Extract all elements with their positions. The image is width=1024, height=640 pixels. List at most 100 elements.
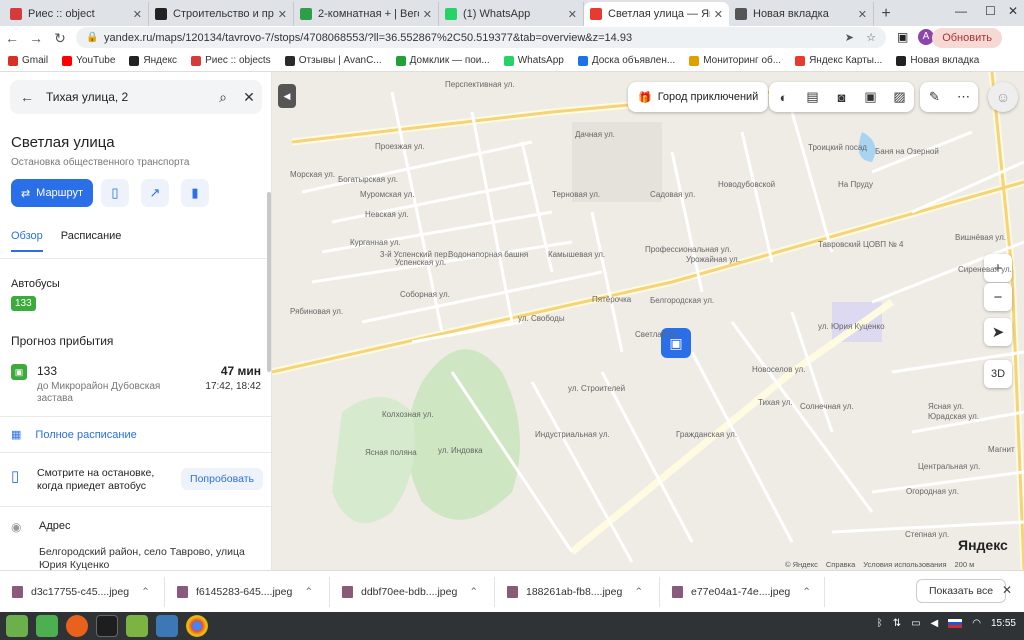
yandex-logo: Яндекс [958, 537, 1008, 553]
clock[interactable]: 15:55 [991, 618, 1016, 629]
bookmark-item[interactable]: Яндекс [129, 55, 177, 66]
help-link[interactable]: Справка [826, 560, 855, 569]
camera-app-icon[interactable] [156, 615, 178, 637]
panel-scrollbar[interactable] [267, 192, 271, 372]
bookmark-favicon-icon [129, 55, 140, 66]
reload-icon[interactable]: ↻ [48, 30, 72, 47]
back-arrow-icon[interactable]: ← [20, 89, 40, 105]
download-item[interactable]: 188261ab-fb8....jpeg ⌃ [495, 576, 660, 607]
download-item[interactable]: d3c17755-c45....jpeg ⌃ [0, 576, 165, 607]
show-all-button[interactable]: Показать все [916, 579, 1007, 603]
tab-title: Новая вкладка [753, 8, 829, 20]
arrival-row[interactable]: ▣ 133 до Микрорайон Дубовская застава 47… [11, 364, 261, 404]
tab-bar: Риес :: object✕Строительство и продажа✕2… [0, 0, 1024, 26]
close-tab-icon[interactable]: ✕ [568, 8, 577, 21]
firefox-icon[interactable] [66, 615, 88, 637]
bookmark-item[interactable]: Мониторинг об... [689, 55, 781, 66]
battery-icon[interactable]: ▭ [911, 618, 920, 629]
browser-tab[interactable]: Новая вкладка ✕ [729, 2, 874, 26]
camera-icon[interactable]: ◙ [827, 90, 856, 105]
menu-icon[interactable] [6, 615, 28, 637]
close-tab-icon[interactable]: ✕ [714, 8, 723, 21]
close-tab-icon[interactable]: ✕ [278, 8, 287, 21]
bookmark-star-icon[interactable]: ☆ [866, 31, 876, 44]
browser-tab[interactable]: (1) WhatsApp ✕ [439, 2, 584, 26]
chevron-up-icon[interactable]: ⌃ [304, 586, 313, 598]
close-tab-icon[interactable]: ✕ [133, 8, 142, 21]
terminal-icon[interactable] [96, 615, 118, 637]
bookmark-item[interactable]: Домклик — пои... [395, 55, 490, 66]
route-button[interactable]: ⇄ Маршрут [11, 179, 93, 207]
city-promo-button[interactable]: 🎁 Город приключений [628, 82, 769, 112]
clear-icon[interactable]: ✕ [236, 89, 262, 106]
browser-tab[interactable]: Светлая улица — Янд ✕ [584, 2, 729, 26]
chrome-icon[interactable] [186, 615, 208, 637]
minimize-icon[interactable]: — [955, 4, 967, 18]
street-label: Камышевая ул. [548, 250, 606, 259]
bookmark-item[interactable]: Отзывы | AvanC... [284, 55, 382, 66]
bookmark-item[interactable]: Gmail [8, 55, 48, 66]
3d-button[interactable]: 3D [984, 360, 1012, 388]
download-item[interactable]: ddbf70ee-bdb....jpeg ⌃ [330, 576, 495, 607]
bus-layer-icon[interactable]: ▣ [856, 89, 885, 105]
search-box[interactable]: ← Тихая улица, 2 ⌕ ✕ [10, 80, 262, 114]
close-downloads-icon[interactable]: ✕ [1002, 583, 1012, 597]
chevron-up-icon[interactable]: ⌃ [469, 586, 478, 598]
more-icon[interactable]: ⋯ [949, 89, 978, 105]
bookmark-item[interactable]: YouTube [62, 55, 115, 66]
url-field[interactable]: 🔒 yandex.ru/maps/120134/tavrovo-7/stops/… [76, 27, 886, 48]
search-icon[interactable]: ⌕ [210, 89, 236, 106]
save-bookmark-button[interactable]: ▯ [101, 179, 129, 207]
browser-tab[interactable]: Риес :: object ✕ [4, 2, 149, 26]
language-flag-icon[interactable] [948, 619, 963, 628]
back-icon[interactable]: ← [0, 30, 24, 46]
ruler-icon[interactable]: ✎ [920, 89, 949, 105]
tab-overview[interactable]: Обзор [11, 230, 43, 252]
chevron-up-icon[interactable]: ⌃ [634, 586, 643, 598]
zoom-out-button[interactable]: − [984, 283, 1012, 311]
folder-icon[interactable] [126, 615, 148, 637]
layers-icon[interactable]: ◐ [769, 90, 798, 105]
files-icon[interactable] [36, 615, 58, 637]
share-icon[interactable]: ➤ [845, 31, 854, 44]
download-item[interactable]: e77e04a1-74e....jpeg ⌃ [660, 576, 825, 607]
new-tab-button[interactable]: + [874, 2, 898, 26]
chevron-up-icon[interactable]: ⌃ [802, 586, 811, 598]
map-book-icon[interactable]: ▤ [798, 89, 827, 105]
update-button[interactable]: Обновить [932, 28, 1002, 48]
bookmark-item[interactable]: Яндекс Карты... [795, 55, 882, 66]
wifi-icon[interactable]: ◠ [972, 618, 981, 629]
browser-tab[interactable]: Строительство и продажа ✕ [149, 2, 294, 26]
user-avatar[interactable]: ☺ [988, 82, 1018, 112]
file-icon [12, 585, 23, 598]
full-schedule-link[interactable]: ▦ Полное расписание [11, 428, 137, 442]
search-input[interactable]: Тихая улица, 2 [46, 90, 210, 104]
panorama-icon[interactable]: ▨ [885, 89, 914, 105]
download-item[interactable]: f6145283-645....jpeg ⌃ [165, 576, 330, 607]
bookmark-item[interactable]: Риес :: objects [191, 55, 271, 66]
maximize-icon[interactable]: ☐ [985, 4, 996, 18]
close-window-icon[interactable]: ✕ [1008, 4, 1018, 18]
collapse-panel-button[interactable]: ◀ [278, 84, 296, 108]
bookmark-item[interactable]: WhatsApp [503, 55, 564, 66]
sidebar-icon[interactable]: ▣ [897, 30, 908, 44]
volume-icon[interactable]: ◀ [931, 618, 939, 629]
try-button[interactable]: Попробовать [181, 468, 263, 490]
bookmark-item[interactable]: Доска объявлен... [577, 55, 675, 66]
network-icon[interactable]: ⇅ [893, 618, 901, 629]
bus-number-badge[interactable]: 133 [11, 296, 36, 311]
close-tab-icon[interactable]: ✕ [423, 8, 432, 21]
send-to-phone-button[interactable]: ▮ [181, 179, 209, 207]
bluetooth-icon[interactable]: ᛒ [877, 618, 883, 629]
terms-link[interactable]: Условия использования [863, 560, 946, 569]
favicon-icon [590, 8, 602, 20]
close-tab-icon[interactable]: ✕ [858, 8, 867, 21]
tab-schedule[interactable]: Расписание [61, 230, 122, 252]
bookmark-item[interactable]: Новая вкладка [896, 55, 979, 66]
locate-me-button[interactable]: ➤ [984, 318, 1012, 346]
share-button[interactable]: ↗ [141, 179, 169, 207]
chevron-up-icon[interactable]: ⌃ [141, 586, 150, 598]
forward-icon[interactable]: → [24, 30, 48, 46]
street-label: Юрадская ул. [928, 412, 980, 421]
browser-tab[interactable]: 2-комнатная + | Вегол ✕ [294, 2, 439, 26]
